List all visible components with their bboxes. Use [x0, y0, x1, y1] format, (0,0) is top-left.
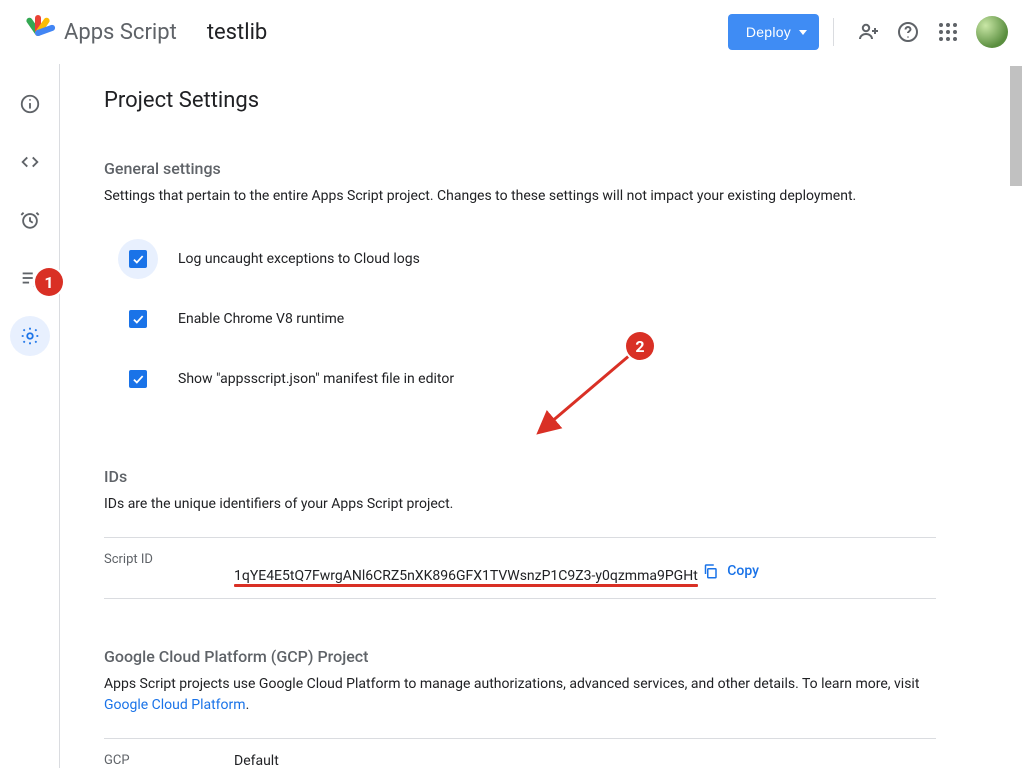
section-desc-ids: IDs are the unique identifiers of your A…	[104, 494, 936, 515]
checkbox-v8-runtime[interactable]	[129, 310, 147, 328]
gcp-value: Default	[234, 753, 279, 768]
nav-overview[interactable]	[10, 84, 50, 124]
project-name[interactable]: testlib	[207, 20, 267, 45]
copy-label: Copy	[727, 563, 759, 579]
code-icon	[19, 151, 41, 173]
gcp-desc-prefix: Apps Script projects use Google Cloud Pl…	[104, 676, 919, 692]
gcp-desc-suffix: .	[246, 697, 250, 713]
google-apps-button[interactable]	[928, 12, 968, 52]
checkbox-row-manifest: Show "appsscript.json" manifest file in …	[104, 349, 936, 409]
deploy-button[interactable]: Deploy	[728, 14, 819, 50]
section-title-general: General settings	[104, 159, 936, 178]
section-desc-general: Settings that pertain to the entire Apps…	[104, 186, 936, 207]
checkbox-label: Log uncaught exceptions to Cloud logs	[178, 251, 420, 267]
checkbox-halo	[118, 359, 158, 399]
playlist-play-icon	[19, 267, 41, 289]
script-id-cell: 1qYE4E5tQ7FwrgANl6CRZ5nXK896GFX1TVWsnzP1…	[234, 552, 759, 584]
check-icon	[131, 372, 145, 386]
divider	[833, 18, 834, 46]
script-id-text: 1qYE4E5tQ7FwrgANl6CRZ5nXK896GFX1TVWsnzP1…	[234, 568, 698, 584]
gear-icon	[19, 325, 41, 347]
content-scroll[interactable]: Project Settings General settings Settin…	[60, 64, 1024, 768]
script-id-label: Script ID	[104, 552, 234, 567]
gcp-section: Google Cloud Platform (GCP) Project Apps…	[104, 647, 936, 768]
topbar: Apps Script testlib Deploy	[0, 0, 1024, 64]
nav-settings[interactable]	[10, 316, 50, 356]
apps-script-logo-icon	[20, 12, 56, 52]
info-icon	[19, 93, 41, 115]
gcp-row: GCP Default	[104, 738, 936, 768]
section-desc-gcp: Apps Script projects use Google Cloud Pl…	[104, 674, 936, 716]
general-settings-section: General settings Settings that pertain t…	[104, 159, 936, 409]
copy-icon	[701, 562, 719, 580]
script-id-value: 1qYE4E5tQ7FwrgANl6CRZ5nXK896GFX1TVWsnzP1…	[234, 568, 698, 584]
left-nav	[0, 64, 60, 768]
gcp-learn-more-link[interactable]: Google Cloud Platform	[104, 697, 246, 713]
checkbox-show-manifest[interactable]	[129, 370, 147, 388]
ids-section: IDs IDs are the unique identifiers of yo…	[104, 467, 936, 599]
checkbox-halo	[118, 299, 158, 339]
nav-triggers[interactable]	[10, 200, 50, 240]
checkbox-row-log-exceptions: Log uncaught exceptions to Cloud logs	[104, 229, 936, 289]
checkbox-label: Enable Chrome V8 runtime	[178, 311, 344, 327]
section-title-gcp: Google Cloud Platform (GCP) Project	[104, 647, 936, 666]
share-button[interactable]	[848, 12, 888, 52]
checkbox-halo	[118, 239, 158, 279]
alarm-icon	[19, 209, 41, 231]
content: Project Settings General settings Settin…	[60, 64, 980, 768]
chevron-down-icon	[799, 30, 807, 35]
help-button[interactable]	[888, 12, 928, 52]
gcp-label: GCP	[104, 753, 234, 768]
script-id-row: Script ID 1qYE4E5tQ7FwrgANl6CRZ5nXK896GF…	[104, 537, 936, 599]
apps-grid-icon	[939, 23, 957, 41]
app-name: Apps Script	[64, 20, 177, 45]
nav-executions[interactable]	[10, 258, 50, 298]
nav-editor[interactable]	[10, 142, 50, 182]
scrollbar[interactable]	[1008, 64, 1024, 768]
section-title-ids: IDs	[104, 467, 936, 486]
body-area: Project Settings General settings Settin…	[0, 64, 1024, 768]
page-title: Project Settings	[104, 88, 936, 113]
check-icon	[131, 312, 145, 326]
account-avatar[interactable]	[976, 16, 1008, 48]
product-logo-wrap: Apps Script	[20, 12, 177, 52]
checkbox-log-exceptions[interactable]	[129, 250, 147, 268]
checkbox-label: Show "appsscript.json" manifest file in …	[178, 371, 454, 387]
check-icon	[131, 252, 145, 266]
annotation-underline	[234, 584, 698, 587]
copy-script-id-button[interactable]: Copy	[701, 562, 759, 580]
deploy-button-label: Deploy	[746, 24, 791, 40]
person-add-icon	[856, 20, 880, 44]
checkbox-row-v8: Enable Chrome V8 runtime	[104, 289, 936, 349]
help-icon	[896, 20, 920, 44]
